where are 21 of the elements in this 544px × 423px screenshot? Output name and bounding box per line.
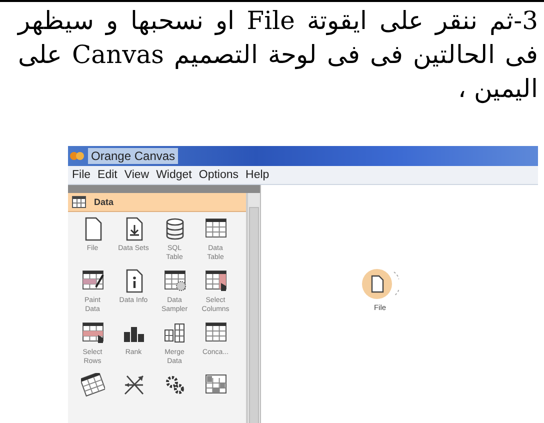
table-dots-icon[interactable] [162,269,186,293]
table-hand-icon[interactable] [80,321,104,345]
paragraph: 3-ثم ننقر على ايقوتة File او نسحبها و سيظهر فى الحالتين فى فى لوحة التصميم Canvas على اليمين ، [16,5,538,106]
file-node-icon[interactable] [361,267,399,301]
menu-item[interactable]: Options [198,169,239,181]
menu-item[interactable]: Edit [98,169,118,181]
merge-tables-icon[interactable] [162,321,186,345]
category-header[interactable]: Data [68,193,246,212]
menu-item[interactable]: Help [246,169,270,181]
rotate-table-icon[interactable] [80,373,104,397]
app-logo-icon [70,151,84,161]
scroll-thumb[interactable] [249,207,259,423]
crossed-arrows-icon[interactable] [122,373,146,397]
menu-item[interactable]: View [124,169,150,181]
window-title: Orange Canvas [88,148,178,164]
menu-item[interactable]: Widget [156,169,192,181]
table-cursor-icon[interactable] [204,269,228,293]
menu-item[interactable]: File [72,169,91,181]
scrollbar[interactable] [247,193,260,423]
table-icon [72,196,86,208]
category-label: Data [94,197,114,207]
